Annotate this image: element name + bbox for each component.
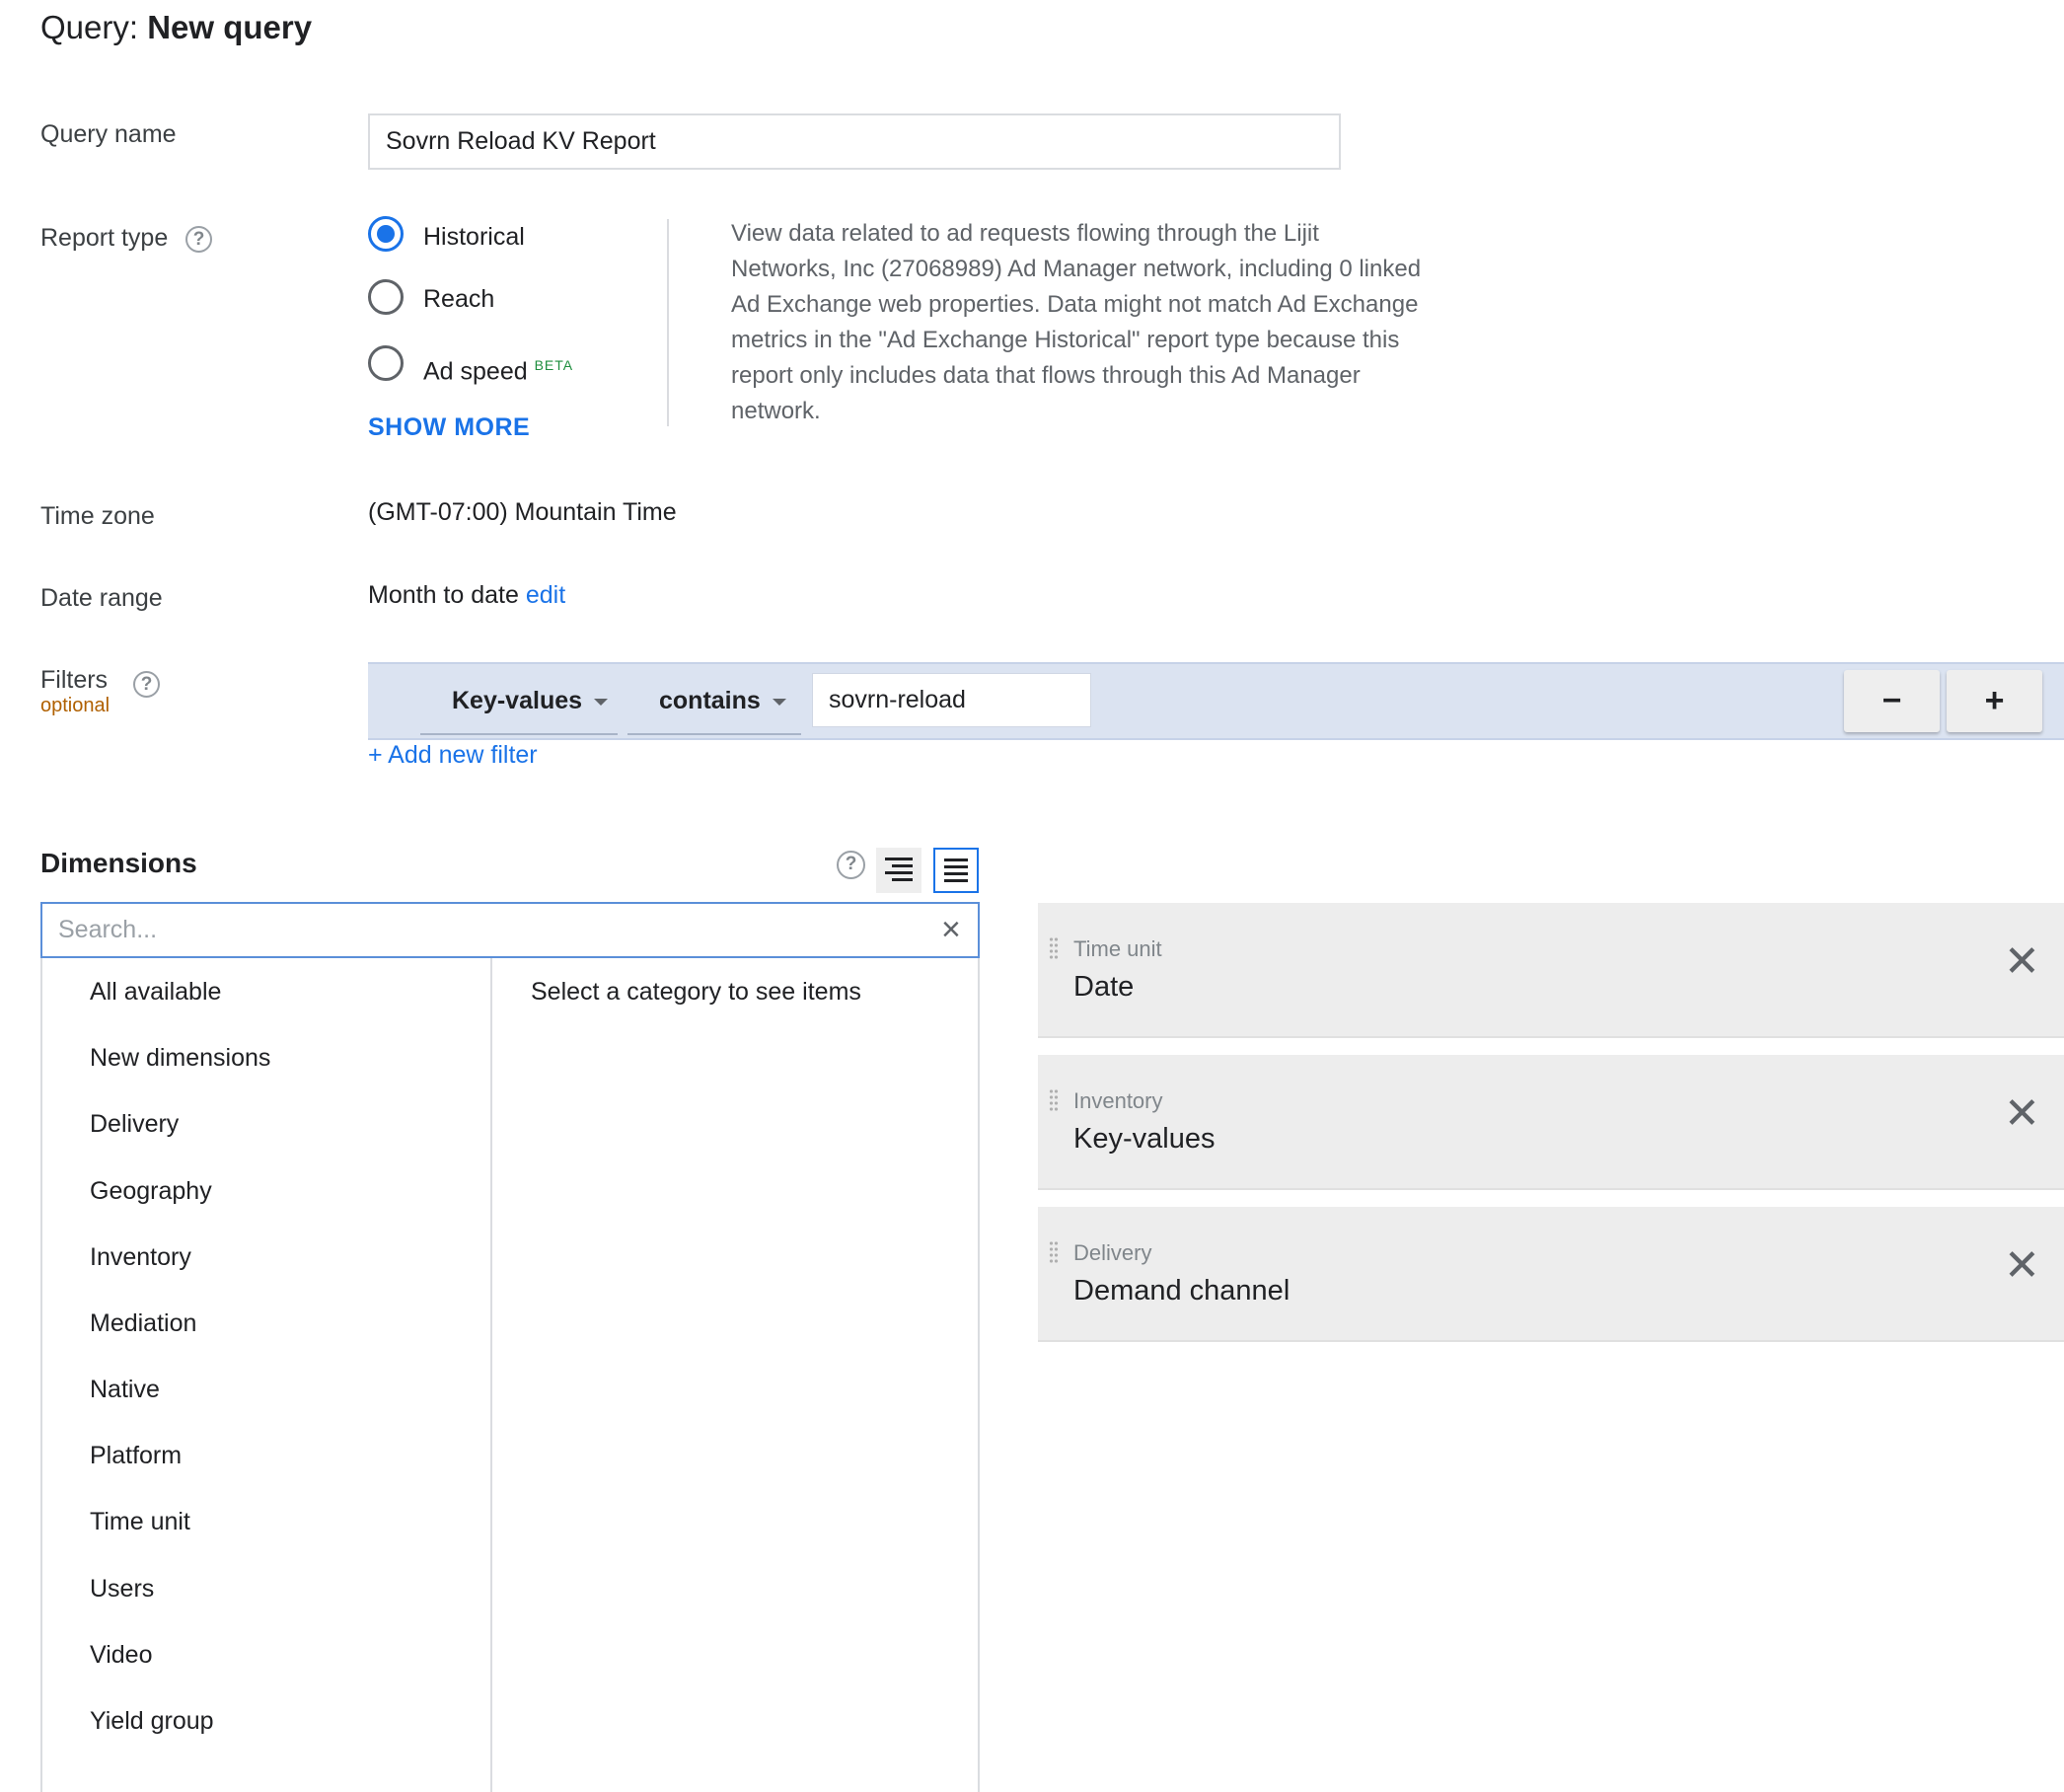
category-all-available[interactable]: All available xyxy=(90,975,221,1008)
category-geography[interactable]: Geography xyxy=(90,1174,212,1208)
drag-handle-icon[interactable] xyxy=(1049,1088,1059,1112)
category-users[interactable]: Users xyxy=(90,1572,154,1605)
category-panel-divider xyxy=(490,958,492,1792)
report-type-label: Report type xyxy=(40,224,169,252)
query-name-label: Query name xyxy=(40,120,177,148)
page-title: Query: New query xyxy=(40,6,312,49)
chip-category: Delivery xyxy=(1073,1240,1152,1265)
category-panel-left-border xyxy=(40,958,42,1792)
close-icon[interactable]: ✕ xyxy=(2004,1092,2040,1136)
category-yield-group[interactable]: Yield group xyxy=(90,1704,214,1738)
selected-dimension-chip[interactable]: Time unit Date ✕ xyxy=(1038,903,2064,1038)
time-zone-label: Time zone xyxy=(40,502,155,530)
filter-field-dropdown[interactable]: Key-values xyxy=(420,670,618,735)
chip-dimension: Key-values xyxy=(1073,1123,1216,1155)
filter-operator-dropdown[interactable]: contains xyxy=(627,670,801,735)
date-range-text: Month to date xyxy=(368,581,519,609)
items-panel-right-border xyxy=(978,958,980,1792)
drag-handle-icon[interactable] xyxy=(1049,1240,1059,1264)
clear-search-icon[interactable]: × xyxy=(941,913,961,946)
time-zone-value: (GMT-07:00) Mountain Time xyxy=(368,498,677,526)
selected-dimension-chip[interactable]: Delivery Demand channel ✕ xyxy=(1038,1207,2064,1342)
close-icon[interactable]: ✕ xyxy=(2004,1244,2040,1288)
filters-help-icon[interactable]: ? xyxy=(133,671,160,698)
date-range-value: Month to date edit xyxy=(368,578,565,612)
filter-operator-text: contains xyxy=(659,687,761,714)
dimensions-title: Dimensions xyxy=(40,848,197,878)
date-range-label: Date range xyxy=(40,584,163,612)
date-range-edit-link[interactable]: edit xyxy=(526,581,565,609)
category-mediation[interactable]: Mediation xyxy=(90,1307,196,1340)
chip-dimension: Date xyxy=(1073,971,1135,1003)
report-type-divider xyxy=(667,219,669,426)
category-delivery[interactable]: Delivery xyxy=(90,1107,179,1141)
remove-filter-button[interactable]: − xyxy=(1844,670,1940,732)
filter-row xyxy=(368,662,2064,740)
show-more-link[interactable]: SHOW MORE xyxy=(368,413,530,442)
filter-value-input[interactable]: sovrn-reload xyxy=(812,673,1091,727)
add-filter-button[interactable]: + xyxy=(1947,670,2042,732)
category-hint: Select a category to see items xyxy=(531,978,861,1006)
chip-category: Inventory xyxy=(1073,1088,1163,1113)
align-right-icon xyxy=(885,858,913,885)
category-new-dimensions[interactable]: New dimensions xyxy=(90,1041,270,1075)
dimensions-help-icon[interactable]: ? xyxy=(837,851,865,879)
category-inventory[interactable]: Inventory xyxy=(90,1240,191,1274)
filters-optional: optional xyxy=(40,695,111,716)
report-type-description: View data related to ad requests flowing… xyxy=(731,220,1422,424)
chip-dimension: Demand channel xyxy=(1073,1275,1290,1307)
category-platform[interactable]: Platform xyxy=(90,1439,182,1472)
dimensions-search-input[interactable]: Search... xyxy=(40,902,980,958)
add-new-filter-link[interactable]: + Add new filter xyxy=(368,738,538,772)
filters-label: Filters xyxy=(40,666,109,694)
radio-ad-speed[interactable] xyxy=(368,345,404,381)
category-video[interactable]: Video xyxy=(90,1638,153,1672)
title-text: New query xyxy=(147,9,313,45)
ad-speed-text: Ad speed xyxy=(423,357,528,386)
radio-historical-label[interactable]: Historical xyxy=(423,220,525,254)
radio-reach[interactable] xyxy=(368,279,404,315)
radio-reach-label[interactable]: Reach xyxy=(423,282,494,316)
radio-ad-speed-label[interactable]: Ad speed BETA xyxy=(423,348,573,388)
chevron-down-icon xyxy=(772,698,786,706)
category-native[interactable]: Native xyxy=(90,1373,160,1406)
list-view-button[interactable] xyxy=(933,848,979,893)
compact-view-button[interactable] xyxy=(876,848,921,893)
chip-category: Time unit xyxy=(1073,936,1162,961)
close-icon[interactable]: ✕ xyxy=(2004,940,2040,984)
report-type-help-icon[interactable]: ? xyxy=(185,226,212,253)
drag-handle-icon[interactable] xyxy=(1049,936,1059,960)
selected-dimension-chip[interactable]: Inventory Key-values ✕ xyxy=(1038,1055,2064,1190)
list-icon xyxy=(944,859,968,886)
beta-badge: BETA xyxy=(534,357,574,373)
filter-field-text: Key-values xyxy=(452,687,583,714)
title-prefix: Query: xyxy=(40,9,148,45)
radio-historical[interactable] xyxy=(368,216,404,252)
chevron-down-icon xyxy=(594,698,609,706)
query-name-input[interactable]: Sovrn Reload KV Report xyxy=(368,113,1341,170)
category-time-unit[interactable]: Time unit xyxy=(90,1505,190,1538)
